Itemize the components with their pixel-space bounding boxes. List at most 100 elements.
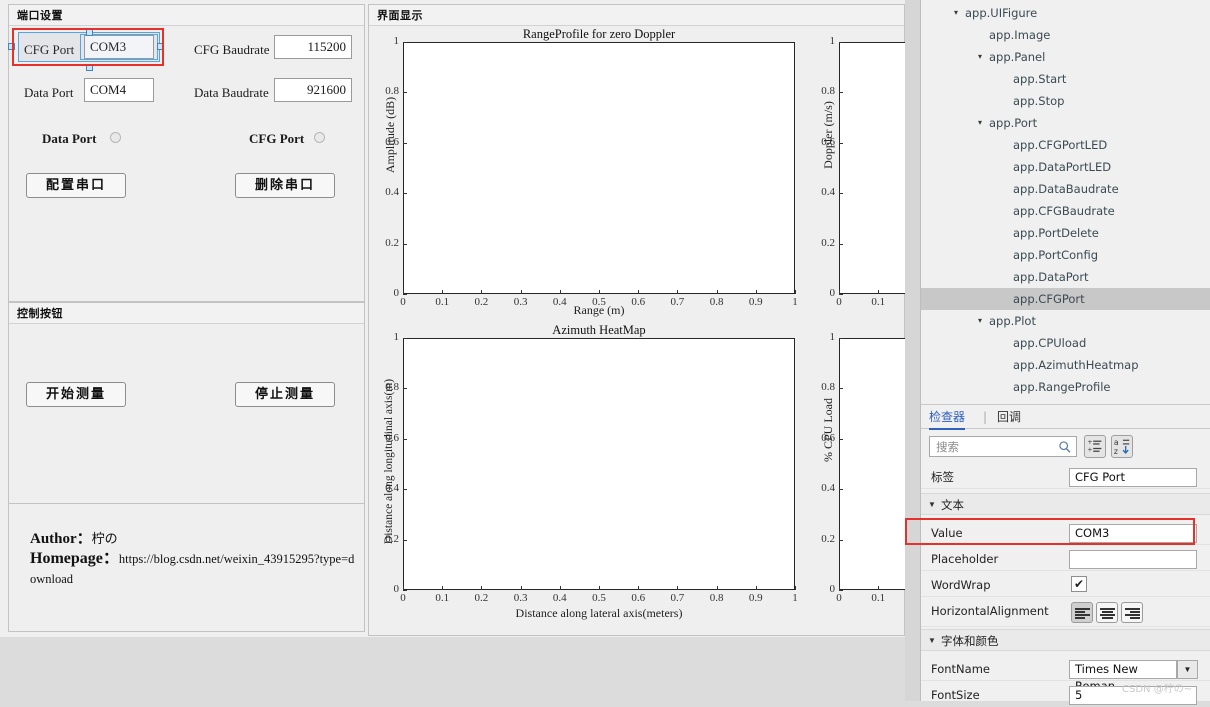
tree-item-label: app.Plot bbox=[989, 314, 1036, 328]
y-tick-label: 1 bbox=[393, 35, 400, 47]
align-left-button[interactable] bbox=[1071, 602, 1093, 623]
x-tickmark bbox=[878, 290, 880, 294]
y-tickmark bbox=[839, 489, 843, 491]
author-value: 柠の bbox=[91, 531, 118, 546]
tree-expand-icon[interactable]: ▾ bbox=[975, 46, 985, 68]
component-browser-tree[interactable]: ▾ app.UIFigure app.Image ▾ app.Panel app.Star… bbox=[921, 0, 1210, 404]
section-text-label: 文本 bbox=[941, 498, 964, 512]
cfg-baudrate-label: CFG Baudrate bbox=[194, 42, 270, 57]
align-right-button[interactable] bbox=[1121, 602, 1143, 623]
tree-item-label: app.CFGPort bbox=[1013, 292, 1085, 306]
y-tickmark bbox=[403, 338, 407, 339]
data-port-label: Data Port bbox=[24, 85, 74, 100]
stop-measure-button[interactable]: 停止测量 bbox=[235, 382, 335, 407]
y-tickmark bbox=[839, 243, 843, 245]
sort-az-icon: a z bbox=[1114, 438, 1130, 456]
x-tickmark bbox=[677, 586, 679, 590]
tree-item-app-image[interactable]: app.Image bbox=[921, 24, 1210, 46]
y-tick-label: 0 bbox=[829, 583, 836, 595]
config-serial-button[interactable]: 配置串口 bbox=[26, 173, 126, 198]
data-baudrate-input[interactable]: 921600 bbox=[274, 78, 352, 102]
tree-item-app-dataport[interactable]: app.DataPort bbox=[921, 266, 1210, 288]
tree-expand-icon[interactable]: ▾ bbox=[975, 112, 985, 134]
inspector-tabbar: 检查器 | 回调 bbox=[921, 405, 1210, 430]
tree-item-app-rangeprofile[interactable]: app.RangeProfile bbox=[921, 376, 1210, 398]
y-tickmark bbox=[403, 590, 407, 591]
tree-item-app-port[interactable]: ▾ app.Port bbox=[921, 112, 1210, 134]
tab-inspector[interactable]: 检查器 bbox=[929, 408, 966, 430]
tree-item-label: app.DataPortLED bbox=[1013, 160, 1112, 174]
tree-item-app-panel[interactable]: ▾ app.Panel bbox=[921, 46, 1210, 68]
search-box[interactable]: 搜索 bbox=[929, 436, 1077, 457]
section-font-color[interactable]: ▼ 字体和颜色 bbox=[921, 629, 1210, 651]
section-text[interactable]: ▼ 文本 bbox=[921, 493, 1210, 515]
tree-item-app-start[interactable]: app.Start bbox=[921, 68, 1210, 90]
tree-item-app-plot[interactable]: ▾ app.Plot bbox=[921, 310, 1210, 332]
chart3-axes-top bbox=[403, 338, 795, 339]
tree-item-app-uifigure[interactable]: ▾ app.UIFigure bbox=[921, 2, 1210, 24]
tree-item-label: app.AzimuthHeatmap bbox=[1013, 358, 1139, 372]
port-settings-title: 端口设置 bbox=[9, 5, 364, 26]
wordwrap-checkbox[interactable]: ✔ bbox=[1071, 576, 1087, 592]
tree-item-app-stop[interactable]: app.Stop bbox=[921, 90, 1210, 112]
tree-item-app-cpuload[interactable]: app.CPUload bbox=[921, 332, 1210, 354]
y-tick-label: 0.2 bbox=[821, 236, 835, 249]
x-tick-label: 0.1 bbox=[435, 296, 450, 308]
placeholder-input[interactable] bbox=[1069, 550, 1197, 569]
x-tickmark bbox=[677, 290, 679, 294]
tree-item-app-cfgportled[interactable]: app.CFGPortLED bbox=[921, 134, 1210, 156]
x-tick-label: 0.2 bbox=[474, 296, 489, 308]
tree-item-label: app.UIFigure bbox=[965, 6, 1038, 20]
align-center-button[interactable] bbox=[1096, 602, 1118, 623]
delete-serial-button[interactable]: 删除串口 bbox=[235, 173, 335, 198]
y-tick-label: 0.6 bbox=[821, 135, 835, 148]
tree-expand-icon[interactable]: ▾ bbox=[975, 310, 985, 332]
row-horizontal-alignment: HorizontalAlignment bbox=[921, 599, 1210, 627]
sort-az-icon-button[interactable]: a z bbox=[1111, 435, 1133, 458]
y-tickmark bbox=[839, 42, 843, 43]
tree-item-app-azimuthheatmap[interactable]: app.AzimuthHeatmap bbox=[921, 354, 1210, 376]
x-tick-label: 0.4 bbox=[552, 592, 567, 604]
x-tickmark bbox=[755, 586, 757, 590]
horizontal-alignment-label: HorizontalAlignment bbox=[931, 604, 1049, 618]
start-measure-button[interactable]: 开始测量 bbox=[26, 382, 126, 407]
tab-callback[interactable]: 回调 bbox=[997, 408, 1021, 426]
tree-item-app-cfgbaudrate[interactable]: app.CFGBaudrate bbox=[921, 200, 1210, 222]
x-tickmark bbox=[442, 586, 444, 590]
x-tickmark bbox=[716, 290, 718, 294]
tree-expand-icon[interactable]: ▾ bbox=[951, 2, 961, 24]
data-port-input[interactable]: COM4 bbox=[84, 78, 154, 102]
tree-item-app-portdelete[interactable]: app.PortDelete bbox=[921, 222, 1210, 244]
x-tickmark bbox=[638, 586, 640, 590]
inspector-pane: 检查器 | 回调 搜索 + + a z 标签 CFG Port ▼ 文本 Val… bbox=[921, 404, 1210, 705]
y-tick-label: 0.2 bbox=[385, 532, 399, 545]
y-tick-label: 0.8 bbox=[385, 85, 399, 98]
cfg-baudrate-input[interactable]: 115200 bbox=[274, 35, 352, 59]
search-input[interactable]: 搜索 bbox=[936, 439, 1051, 456]
x-tickmark bbox=[599, 290, 600, 294]
tree-item-app-databaudrate[interactable]: app.DataBaudrate bbox=[921, 178, 1210, 200]
y-tickmark bbox=[403, 539, 407, 541]
x-tick-label: 0.3 bbox=[513, 592, 528, 604]
x-tick-label: 0.7 bbox=[670, 592, 685, 604]
x-tick-label: 0.4 bbox=[552, 296, 567, 308]
matlab-app-canvas: 端口设置 CFG Port COM3 Data Port COM4 CFG Ba… bbox=[0, 0, 905, 637]
homepage-key: Homepage： bbox=[30, 550, 119, 567]
tree-item-app-portconfig[interactable]: app.PortConfig bbox=[921, 244, 1210, 266]
x-tick-label: 0.1 bbox=[435, 592, 450, 604]
section-font-color-label: 字体和颜色 bbox=[941, 634, 999, 648]
chevron-down-icon-fontname[interactable]: ▼ bbox=[1177, 660, 1198, 679]
tree-item-label: app.Panel bbox=[989, 50, 1046, 64]
tree-item-label: app.PortDelete bbox=[1013, 226, 1099, 240]
chart3-axes-right bbox=[794, 338, 795, 590]
group-list-icon-button[interactable]: + + bbox=[1084, 435, 1106, 458]
y-tickmark bbox=[403, 294, 407, 295]
y-tickmark bbox=[403, 438, 407, 440]
tree-item-label: app.CFGBaudrate bbox=[1013, 204, 1115, 218]
fontname-input[interactable]: Times New Roman bbox=[1069, 660, 1177, 693]
tag-input[interactable]: CFG Port bbox=[1069, 468, 1197, 487]
tree-item-label: app.Stop bbox=[1013, 94, 1065, 108]
y-tickmark bbox=[839, 388, 843, 390]
tree-item-app-dataportled[interactable]: app.DataPortLED bbox=[921, 156, 1210, 178]
tree-item-app-cfgport[interactable]: app.CFGPort bbox=[921, 288, 1210, 310]
